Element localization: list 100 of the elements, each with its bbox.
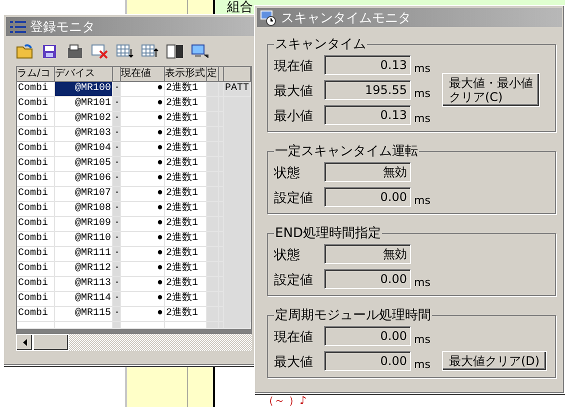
table-cell: Combi — [17, 232, 55, 247]
table-cell: ● — [121, 172, 165, 187]
table-down-icon[interactable] — [116, 43, 134, 59]
value-field: 0.00 — [324, 187, 411, 207]
save-icon[interactable] — [41, 43, 59, 59]
table-cell: · — [113, 217, 121, 232]
table-cell: Combi — [17, 127, 55, 142]
table-cell: 2進数1 — [165, 172, 207, 187]
column-header[interactable]: 定 — [207, 67, 219, 82]
horizontal-scrollbar[interactable] — [16, 334, 252, 351]
table-cell: @MR106 — [55, 172, 113, 187]
field-label: 現在値 — [274, 329, 314, 346]
table-cell: · — [113, 202, 121, 217]
delete-table-icon[interactable] — [91, 43, 109, 59]
table-cell: @MR114 — [55, 292, 113, 307]
table-cell: ● — [121, 292, 165, 307]
monitor-icon[interactable] — [191, 43, 209, 59]
table-cell: ● — [121, 202, 165, 217]
table-cell: 2進数1 — [165, 277, 207, 292]
field-label: 設定値 — [274, 272, 314, 289]
value-field: 0.13 — [324, 55, 411, 75]
table-cell: Combi — [17, 202, 55, 217]
unit-label: ms — [414, 112, 430, 125]
column-header[interactable]: ラム/コ — [17, 67, 55, 82]
table-cell: · — [113, 142, 121, 157]
device-icon[interactable] — [66, 43, 84, 59]
table-cell: · — [113, 82, 121, 97]
value-field: 無効 — [324, 244, 411, 264]
table-cell: · — [113, 247, 121, 262]
table-cell: 2進数1 — [165, 217, 207, 232]
table-cell: Combi — [17, 247, 55, 262]
table-cell: @MR110 — [55, 232, 113, 247]
group-title: END処理時間指定 — [274, 225, 382, 242]
table-cell: @MR102 — [55, 112, 113, 127]
value-field: 0.00 — [324, 351, 411, 371]
table-cell: · — [113, 277, 121, 292]
scrollbar-thumb[interactable] — [33, 334, 69, 351]
column-header[interactable]: デバイス — [55, 67, 113, 82]
value-field: 無効 — [324, 162, 411, 182]
value-field: 0.13 — [324, 105, 411, 125]
column-header[interactable]: 現在値 — [121, 67, 165, 82]
table-up-icon[interactable] — [141, 43, 159, 59]
table-cell: ● — [121, 187, 165, 202]
table-cell: @MR108 — [55, 202, 113, 217]
table-cell: @MR103 — [55, 127, 113, 142]
folder-icon[interactable] — [16, 43, 34, 59]
field-label: 最大値 — [274, 83, 314, 100]
table-cell: @MR105 — [55, 157, 113, 172]
value-field: 195.55 — [324, 80, 411, 100]
window-title: スキャンタイムモニタ — [281, 10, 411, 26]
table-cell: ● — [121, 157, 165, 172]
table-cell: 2進数1 — [165, 307, 207, 322]
table-cell: Combi — [17, 187, 55, 202]
table-cell: Combi — [17, 262, 55, 277]
table-cell: · — [113, 292, 121, 307]
table-cell: @MR115 — [55, 307, 113, 322]
field-label: 最小値 — [274, 108, 314, 125]
table-cell: Combi — [17, 97, 55, 112]
table-cell: · — [113, 232, 121, 247]
table-cell: · — [113, 112, 121, 127]
table-cell: @MR109 — [55, 217, 113, 232]
table-cell: ● — [121, 262, 165, 277]
table-cell: 2進数1 — [165, 97, 207, 112]
field-label: 最大値 — [274, 354, 314, 371]
table-cell: ● — [121, 112, 165, 127]
window-title: 登録モニタ — [30, 18, 95, 36]
unit-label: ms — [414, 333, 430, 346]
rung-comment: 組合 — [227, 0, 253, 16]
table-cell: ● — [121, 217, 165, 232]
table-cell: 2進数1 — [165, 232, 207, 247]
table-cell: Combi — [17, 292, 55, 307]
group-title: スキャンタイム — [274, 36, 367, 53]
table-cell: Combi — [17, 217, 55, 232]
table-cell: 2進数1 — [165, 142, 207, 157]
unit-label: ms — [414, 194, 430, 207]
group-title: 定周期モジュール処理時間 — [274, 307, 432, 324]
table-cell: 2進数1 — [165, 292, 207, 307]
clear-button[interactable]: 最大値・最小値 クリア(C) — [442, 73, 540, 107]
clear-button[interactable]: 最大値クリア(D) — [442, 351, 547, 371]
table-cell: @MR101 — [55, 97, 113, 112]
table-cell: @MR111 — [55, 247, 113, 262]
table-cell: 2進数1 — [165, 262, 207, 277]
column-header[interactable]: 表示形式 — [165, 67, 207, 82]
field-label: 設定値 — [274, 190, 314, 207]
register-icon[interactable] — [166, 43, 184, 59]
table-cell: · — [113, 127, 121, 142]
table-cell: Combi — [17, 112, 55, 127]
unit-label: ms — [414, 62, 430, 75]
list-icon — [9, 18, 27, 34]
left-arrow-icon — [22, 339, 26, 346]
table-cell: 2進数1 — [165, 247, 207, 262]
table-cell: @MR113 — [55, 277, 113, 292]
table-cell: ● — [121, 127, 165, 142]
table-cell: 2進数1 — [165, 82, 207, 97]
table-cell: @MR107 — [55, 187, 113, 202]
table-cell: 2進数1 — [165, 202, 207, 217]
unit-label: ms — [414, 276, 430, 289]
unit-label: ms — [414, 87, 430, 100]
scroll-left-button[interactable] — [16, 334, 33, 351]
table-cell: · — [113, 172, 121, 187]
